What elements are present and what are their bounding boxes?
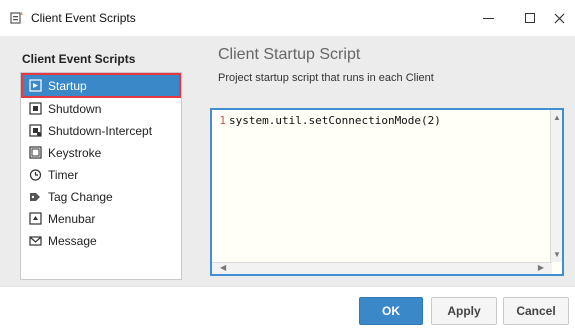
dialog-content: Client Event Scripts Startup Shutdown Sh…	[0, 36, 575, 286]
menubar-icon	[28, 212, 42, 226]
cancel-button[interactable]: Cancel	[503, 297, 569, 325]
event-list-panel: Client Event Scripts Startup Shutdown Sh…	[12, 44, 190, 280]
script-title: Client Startup Script	[218, 46, 361, 63]
horizontal-scrollbar[interactable]: ◀ ▶	[212, 262, 552, 274]
minimize-icon	[482, 17, 494, 19]
script-panel: Client Startup Script Project startup sc…	[200, 36, 575, 286]
sidebar-item-label: Shutdown	[48, 101, 102, 116]
close-button[interactable]	[543, 0, 575, 36]
sidebar-item-keystroke[interactable]: Keystroke	[23, 142, 179, 163]
close-icon	[554, 13, 564, 23]
title-bar: Client Event Scripts	[0, 0, 575, 36]
sidebar-item-label: Startup	[48, 78, 87, 93]
event-list-header: Client Event Scripts	[22, 52, 136, 66]
scroll-down-icon[interactable]: ▼	[553, 250, 561, 259]
sidebar-item-label: Keystroke	[48, 145, 102, 160]
minimize-button[interactable]	[466, 0, 510, 36]
script-description: Project startup script that runs in each…	[218, 72, 434, 84]
sidebar-item-startup[interactable]: Startup	[23, 75, 179, 96]
window-title: Client Event Scripts	[31, 11, 136, 25]
sidebar-item-label: Message	[48, 233, 97, 248]
scroll-up-icon[interactable]: ▲	[553, 113, 561, 122]
vertical-scrollbar[interactable]: ▲ ▼	[550, 110, 562, 262]
sidebar-item-label: Shutdown-Intercept	[48, 123, 153, 138]
keystroke-icon	[28, 146, 42, 160]
sidebar-item-tag-change[interactable]: Tag Change	[23, 186, 179, 207]
apply-button[interactable]: Apply	[431, 297, 497, 325]
script-editor[interactable]: 1 system.util.setConnectionMode(2) ▲ ▼ ◀…	[210, 108, 564, 276]
app-icon	[10, 10, 25, 25]
sidebar-item-label: Menubar	[48, 211, 96, 226]
sidebar-item-label: Tag Change	[48, 189, 113, 204]
timer-icon	[28, 168, 42, 182]
message-icon	[28, 234, 42, 248]
dialog-footer: OK Apply Cancel	[0, 286, 575, 333]
shutdown-intercept-icon	[28, 124, 42, 138]
ok-button[interactable]: OK	[359, 297, 423, 325]
startup-icon	[28, 79, 42, 93]
tag-change-icon	[28, 190, 42, 204]
sidebar-item-message[interactable]: Message	[23, 230, 179, 251]
shutdown-icon	[28, 102, 42, 116]
line-number: 1	[219, 114, 226, 127]
sidebar-item-shutdown[interactable]: Shutdown	[23, 98, 179, 119]
sidebar-item-label: Timer	[48, 167, 79, 182]
scroll-right-icon[interactable]: ▶	[538, 263, 544, 272]
code-text[interactable]: system.util.setConnectionMode(2)	[229, 114, 441, 127]
sidebar-item-timer[interactable]: Timer	[23, 164, 179, 185]
scroll-left-icon[interactable]: ◀	[220, 263, 226, 272]
maximize-icon	[525, 13, 535, 23]
event-list: Startup Shutdown Shutdown-Intercept Keys…	[20, 72, 182, 280]
sidebar-item-menubar[interactable]: Menubar	[23, 208, 179, 229]
sidebar-item-shutdown-intercept[interactable]: Shutdown-Intercept	[23, 120, 179, 141]
